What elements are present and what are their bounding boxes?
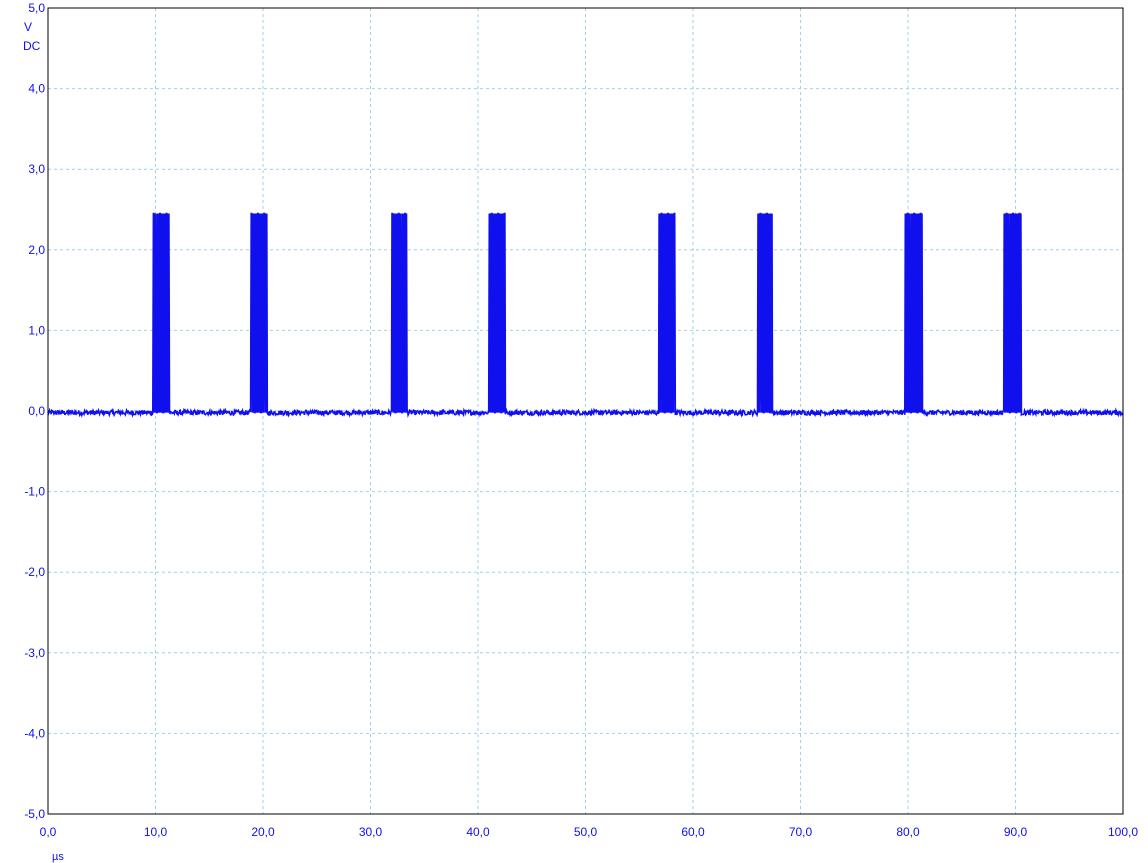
x-axis-unit-label: µs — [52, 851, 64, 863]
burst-mark — [156, 233, 167, 413]
x-tick-label: 50,0 — [574, 825, 598, 839]
y-tick-label: 1,0 — [28, 323, 45, 337]
x-tick-label: 90,0 — [1004, 825, 1028, 839]
y-tick-label: -4,0 — [24, 726, 45, 740]
x-tick-label: 0,0 — [40, 825, 57, 839]
oscilloscope-chart: 5,0 4,0 3,0 2,0 1,0 0,0 -1,0 -2,0 -3,0 -4,0 -5,0 0… — [0, 0, 1148, 863]
burst-mark — [1006, 282, 1018, 413]
y-tick-label: -5,0 — [24, 807, 45, 821]
y-tick-label: 2,0 — [28, 243, 45, 257]
y-axis-coupling-label: DC — [23, 39, 41, 53]
y-tick-label: 3,0 — [28, 162, 45, 176]
burst-mark — [760, 241, 770, 413]
x-tick-label: 100,0 — [1108, 825, 1138, 839]
y-tick-label: 0,0 — [28, 404, 45, 418]
x-tick-label: 80,0 — [896, 825, 920, 839]
x-tick-label: 70,0 — [789, 825, 813, 839]
y-axis-unit-label: V — [24, 20, 32, 34]
y-tick-label: 4,0 — [28, 82, 45, 96]
x-tick-label: 10,0 — [144, 825, 168, 839]
burst-mark — [254, 241, 265, 413]
burst-mark — [661, 213, 672, 413]
y-tick-label: -1,0 — [24, 485, 45, 499]
x-tick-label: 60,0 — [681, 825, 705, 839]
y-tick-label: -2,0 — [24, 565, 45, 579]
burst-mark — [395, 302, 404, 413]
chart-background — [0, 0, 1148, 863]
y-tick-label: -3,0 — [24, 646, 45, 660]
x-tick-label: 30,0 — [359, 825, 383, 839]
x-tick-label: 40,0 — [466, 825, 490, 839]
x-tick-label: 20,0 — [251, 825, 275, 839]
burst-mark — [908, 306, 919, 413]
burst-mark — [491, 217, 502, 413]
y-tick-label: 5,0 — [28, 1, 45, 15]
